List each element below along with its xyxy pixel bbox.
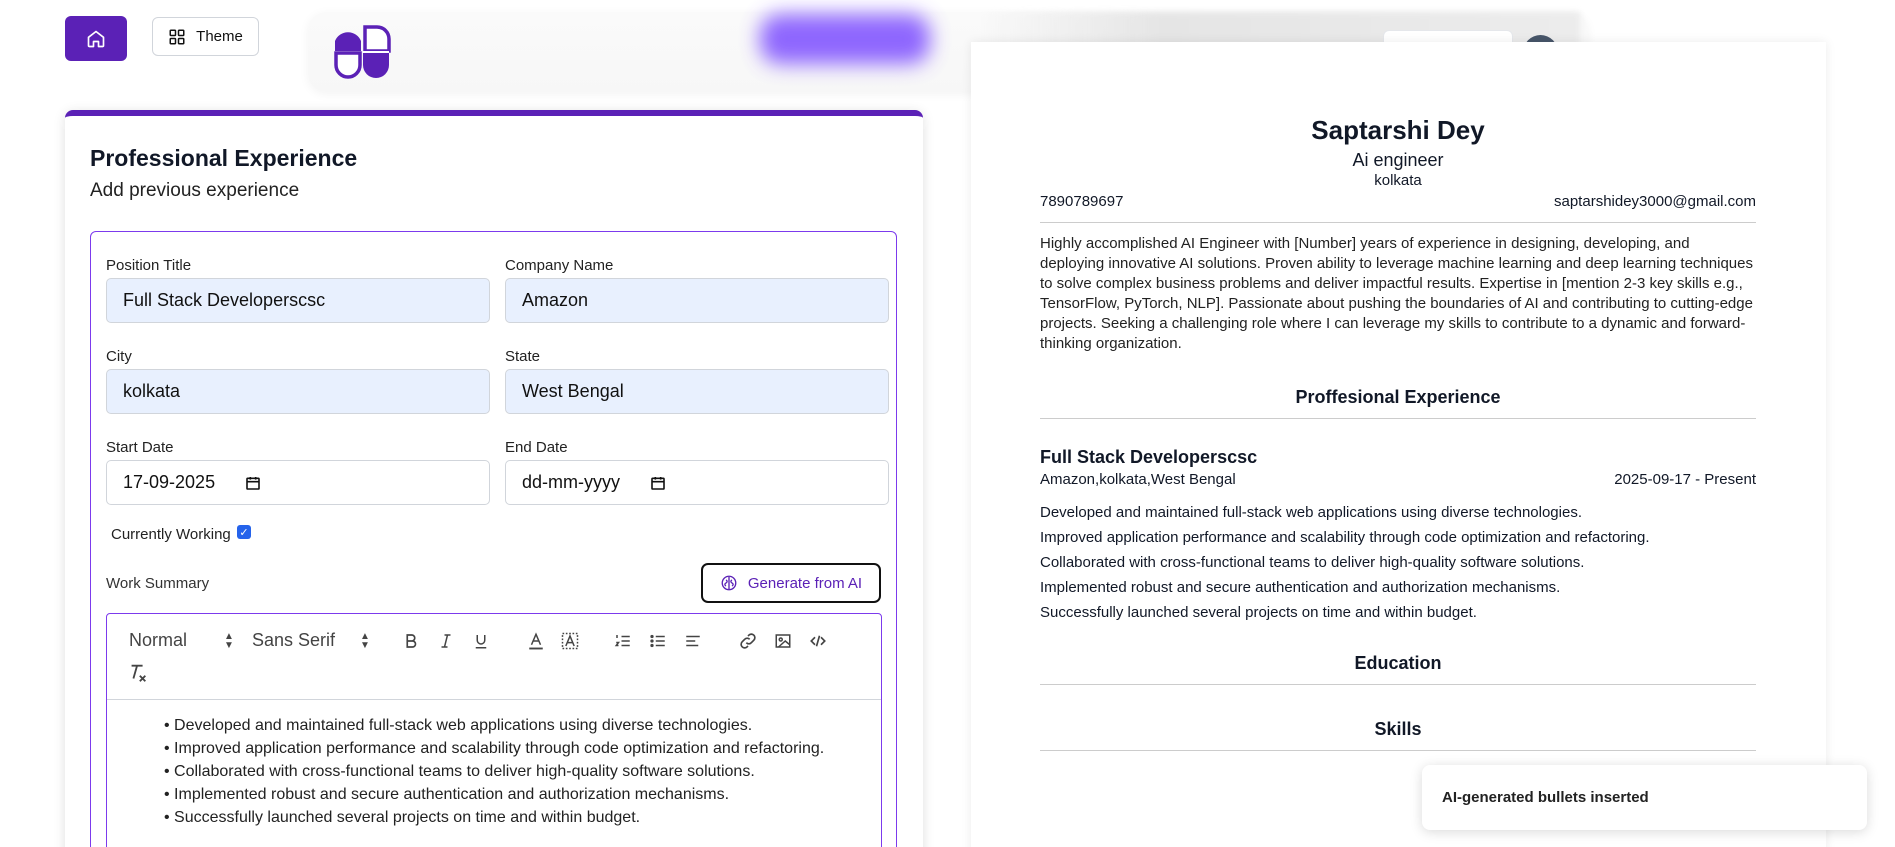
section-subtitle: Add previous experience (90, 180, 300, 201)
resume-position: Full Stack Developerscsc (1040, 447, 1258, 467)
generate-label: Generate from AI (747, 574, 863, 592)
editor-bullet: • Improved application performance and s… (164, 740, 825, 757)
start-date-value: 17-09-2025 (123, 472, 216, 492)
resume-email: saptarshidey3000@gmail.com (1554, 193, 1756, 210)
underline-icon[interactable] (470, 630, 492, 652)
end-date-label: End Date (505, 439, 568, 456)
calendar-icon[interactable] (650, 475, 666, 491)
resume-skills-heading: Skills (1374, 719, 1422, 739)
position-title-label: Position Title (106, 257, 192, 274)
end-date-input[interactable]: dd-mm-yyyy (505, 460, 889, 505)
size-select[interactable]: Normal (129, 630, 187, 651)
resume-job-title: Ai engineer (1352, 150, 1444, 170)
resume-divider (1040, 222, 1756, 223)
resume-bullet: Collaborated with cross-functional teams… (1040, 554, 1585, 571)
background-color-icon[interactable] (559, 630, 581, 652)
state-input[interactable]: West Bengal (505, 369, 889, 414)
resume-experience-heading: Proffesional Experience (1295, 387, 1501, 407)
link-icon[interactable] (737, 630, 759, 652)
resume-bullets: Developed and maintained full-stack web … (1040, 500, 1650, 625)
editor-toolbar: Normal ▲ ▼ Sans Serif ▲ ▼ (107, 614, 881, 700)
grid-icon (169, 29, 185, 44)
resume-name: Saptarshi Dey (1311, 115, 1485, 145)
app-logo[interactable] (333, 25, 391, 79)
currently-working-checkbox[interactable]: ✓ (237, 525, 251, 539)
align-icon[interactable] (682, 630, 704, 652)
resume-bullet: Successfully launched several projects o… (1040, 604, 1477, 621)
font-select-arrows-icon: ▲ ▼ (360, 631, 370, 651)
code-icon[interactable] (807, 630, 829, 652)
resume-divider (1040, 418, 1756, 419)
ordered-list-icon[interactable] (612, 630, 634, 652)
editor-bullet-list: • Developed and maintained full-stack we… (164, 714, 824, 829)
font-select[interactable]: Sans Serif (252, 630, 335, 651)
city-input[interactable]: kolkata (106, 369, 490, 414)
toast-notification: AI-generated bullets inserted (1422, 765, 1867, 830)
text-color-icon[interactable] (525, 630, 547, 652)
work-summary-editor[interactable]: Normal ▲ ▼ Sans Serif ▲ ▼ • Developed an… (106, 613, 882, 847)
company-name-label: Company Name (505, 257, 614, 274)
calendar-icon[interactable] (245, 475, 261, 491)
end-date-value: dd-mm-yyyy (522, 472, 620, 492)
home-button[interactable] (65, 16, 127, 61)
resume-dates: 2025-09-17 - Present (1614, 471, 1756, 488)
state-label: State (505, 348, 541, 365)
city-label: City (106, 348, 132, 365)
editor-bullet: • Developed and maintained full-stack we… (164, 717, 753, 734)
resume-bullet: Implemented robust and secure authentica… (1040, 579, 1561, 596)
theme-button[interactable]: Theme (152, 17, 259, 56)
company-name-input[interactable]: Amazon (505, 278, 889, 323)
home-icon (87, 30, 105, 47)
resume-education-heading: Education (1354, 653, 1442, 673)
image-icon[interactable] (772, 630, 794, 652)
resume-location: kolkata (1374, 172, 1422, 189)
editor-bullet: • Successfully launched several projects… (164, 809, 641, 826)
section-title: Professional Experience (90, 145, 358, 171)
resume-divider (1040, 684, 1756, 685)
start-date-label: Start Date (106, 439, 174, 456)
size-select-arrows-icon: ▲ ▼ (224, 631, 234, 651)
resume-bullet: Improved application performance and sca… (1040, 529, 1650, 546)
brain-icon (721, 575, 737, 591)
position-title-input[interactable]: Full Stack Developerscsc (106, 278, 490, 323)
clear-format-icon[interactable] (127, 662, 149, 684)
currently-working-label: Currently Working (111, 526, 231, 543)
resume-divider (1040, 750, 1756, 751)
editor-bullet: • Collaborated with cross-functional tea… (164, 763, 755, 780)
blurred-header-element (760, 14, 930, 64)
italic-icon[interactable] (435, 630, 457, 652)
resume-bullet: Developed and maintained full-stack web … (1040, 504, 1582, 521)
resume-phone: 7890789697 (1040, 193, 1124, 210)
bullet-list-icon[interactable] (647, 630, 669, 652)
work-summary-label: Work Summary (106, 575, 210, 592)
theme-label: Theme (196, 28, 243, 45)
generate-from-ai-button[interactable]: Generate from AI (701, 563, 881, 603)
resume-summary: Highly accomplished AI Engineer with [Nu… (1040, 235, 1753, 352)
bold-icon[interactable] (400, 630, 422, 652)
start-date-input[interactable]: 17-09-2025 (106, 460, 490, 505)
editor-bullet: • Implemented robust and secure authenti… (164, 786, 730, 803)
resume-company-line: Amazon,kolkata,West Bengal (1040, 471, 1236, 488)
